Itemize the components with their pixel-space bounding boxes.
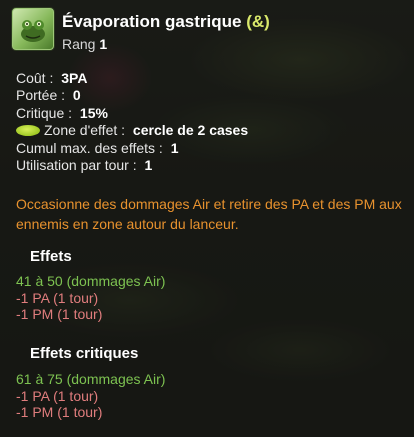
stat-label: Portée : (16, 87, 66, 104)
effect-line: -1 PA (1 tour) (16, 289, 99, 306)
spell-tag: (&) (246, 12, 270, 31)
stat-zone: Zone d'effet : cercle de 2 cases (16, 122, 248, 139)
spell-title: Évaporation gastrique (&) (62, 12, 270, 32)
spell-name: Évaporation gastrique (62, 12, 242, 31)
stat-value: 15% (79, 104, 108, 121)
stat-cumul: Cumul max. des effets : 1 (16, 140, 248, 157)
effect-line: -1 PM (1 tour) (16, 404, 103, 420)
rank-label: Rang (62, 36, 96, 52)
stat-label: Utilisation par tour : (16, 157, 137, 174)
stat-label: Critique : (16, 104, 73, 121)
spell-tooltip: Évaporation gastrique (&) Rang 1 Coût : … (0, 0, 414, 437)
effect-line: -1 PM (1 tour) (16, 306, 103, 322)
frog-spell-icon (12, 8, 54, 50)
zone-circle-icon (16, 125, 40, 137)
stat-value: cercle de 2 cases (132, 122, 249, 139)
stat-cout: Coût : 3PA (16, 70, 248, 87)
stat-value: 1 (144, 157, 153, 174)
stat-label: Zone d'effet : (44, 122, 126, 139)
effect-line: 61 à 75 (dommages Air) (16, 371, 166, 387)
spell-stats: Coût : 3PA Portée : 0 Critique : 15% Zon… (16, 70, 248, 174)
stat-value: 0 (72, 87, 81, 104)
stat-label: Coût : (16, 70, 54, 86)
stat-value: 1 (170, 139, 179, 156)
stat-label: Cumul max. des effets : (16, 139, 163, 156)
critical-effects-title: Effets critiques (30, 345, 139, 362)
stat-utilisation: Utilisation par tour : 1 (16, 157, 248, 174)
stat-portee: Portée : 0 (16, 87, 248, 104)
spell-rank: Rang 1 (62, 36, 107, 52)
effects-title: Effets (30, 248, 72, 265)
effect-line: 41 à 50 (dommages Air) (16, 273, 166, 289)
critical-effects-list: 61 à 75 (dommages Air) -1 PA (1 tour) -1… (16, 371, 165, 421)
effects-list: 41 à 50 (dommages Air) -1 PA (1 tour) -1… (16, 273, 165, 323)
rank-value: 1 (99, 36, 108, 52)
stat-value: 3PA (61, 70, 88, 86)
effect-line: -1 PA (1 tour) (16, 387, 99, 404)
stat-critique: Critique : 15% (16, 105, 248, 122)
spell-description: Occasionne des dommages Air et retire de… (16, 196, 402, 232)
